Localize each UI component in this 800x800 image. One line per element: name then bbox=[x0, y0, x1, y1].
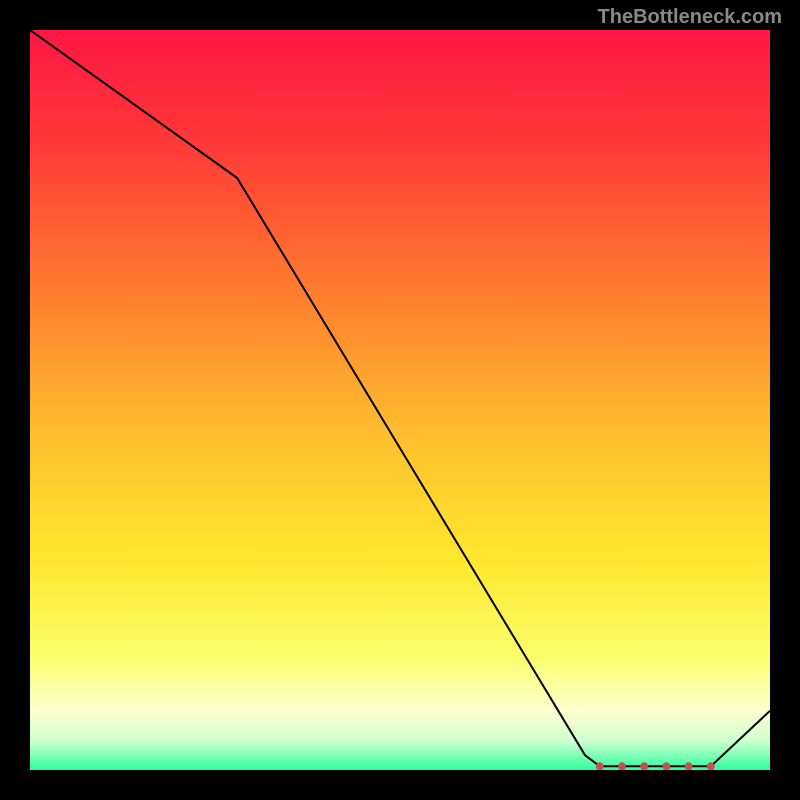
bottleneck-chart bbox=[0, 0, 800, 800]
chart-container: TheBottleneck.com bbox=[0, 0, 800, 800]
marker-point bbox=[618, 762, 626, 770]
marker-point bbox=[596, 762, 604, 770]
marker-point bbox=[640, 762, 648, 770]
marker-point bbox=[707, 762, 715, 770]
plot-background bbox=[30, 30, 770, 770]
watermark-text: TheBottleneck.com bbox=[598, 6, 782, 29]
marker-point bbox=[685, 762, 693, 770]
marker-point bbox=[662, 762, 670, 770]
